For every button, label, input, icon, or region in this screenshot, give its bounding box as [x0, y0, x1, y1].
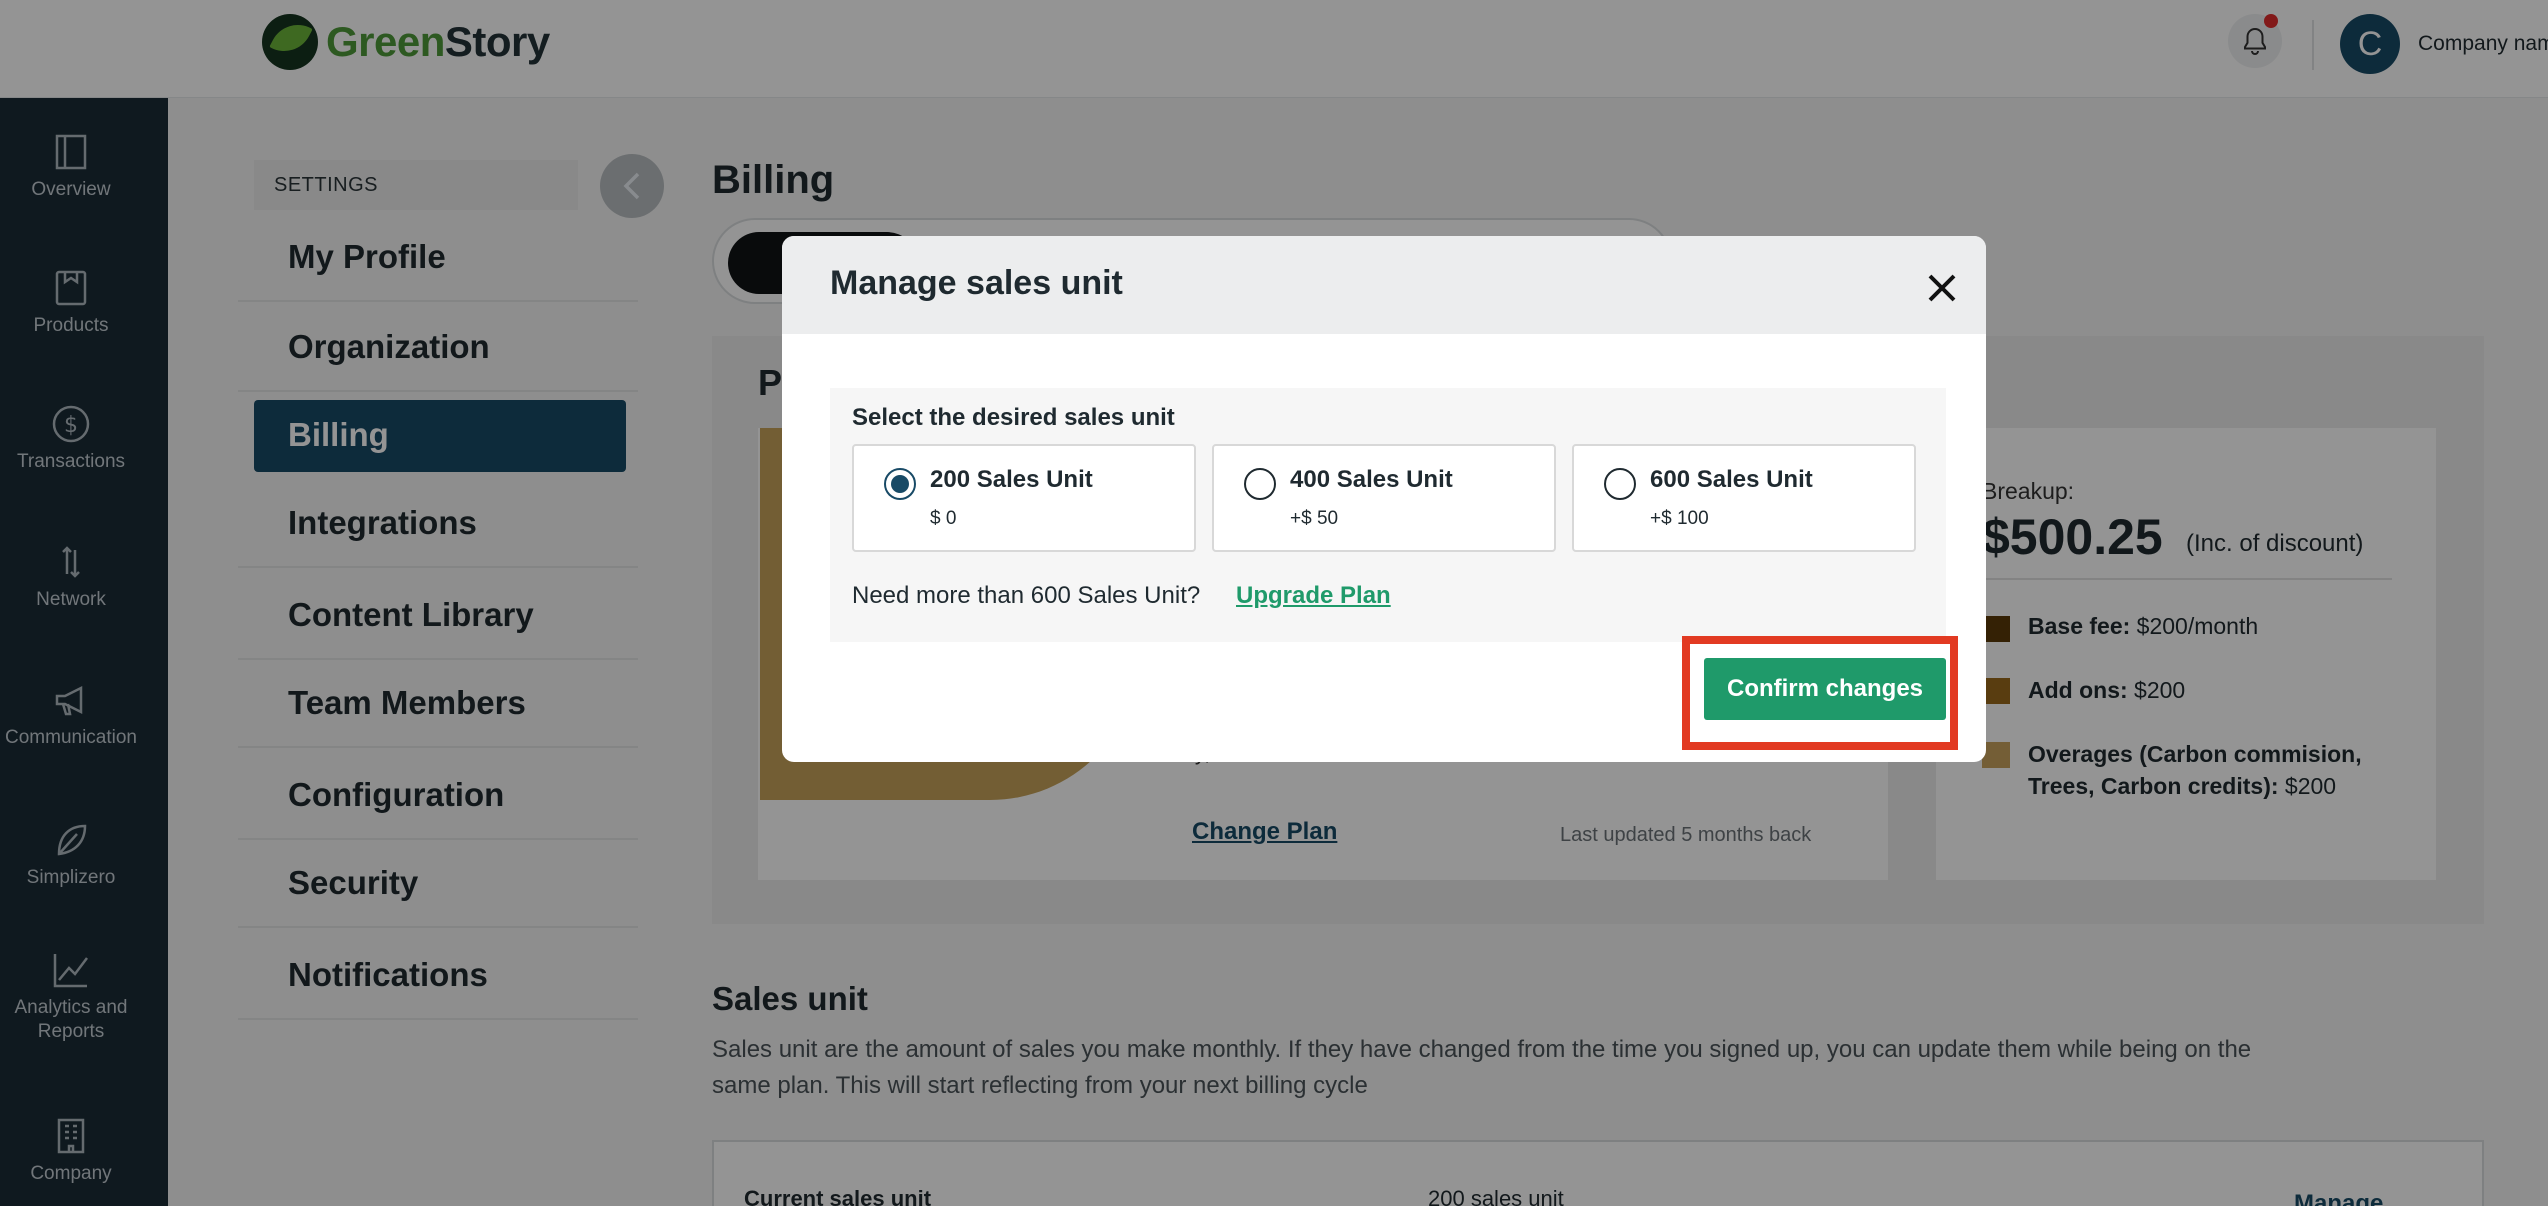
option-price: $ 0 — [930, 508, 957, 529]
sales-unit-option-400[interactable]: 400 Sales Unit +$ 50 — [1212, 444, 1556, 552]
sales-unit-option-200[interactable]: 200 Sales Unit $ 0 — [852, 444, 1196, 552]
option-name: 600 Sales Unit — [1650, 466, 1813, 493]
radio-400[interactable] — [1244, 468, 1276, 500]
option-name: 200 Sales Unit — [930, 466, 1093, 493]
radio-600[interactable] — [1604, 468, 1636, 500]
select-label: Select the desired sales unit — [852, 404, 1175, 431]
close-icon — [1928, 274, 1956, 302]
option-name: 400 Sales Unit — [1290, 466, 1453, 493]
radio-200[interactable] — [884, 468, 916, 500]
more-units-text: Need more than 600 Sales Unit? — [852, 582, 1201, 609]
sales-unit-option-600[interactable]: 600 Sales Unit +$ 100 — [1572, 444, 1916, 552]
option-price: +$ 50 — [1290, 508, 1339, 529]
modal-title: Manage sales unit — [830, 264, 1123, 302]
upgrade-plan-link[interactable]: Upgrade Plan — [1236, 582, 1391, 610]
close-modal-button[interactable] — [1914, 258, 1970, 314]
highlight-box — [1682, 636, 1958, 750]
option-price: +$ 100 — [1650, 508, 1709, 529]
